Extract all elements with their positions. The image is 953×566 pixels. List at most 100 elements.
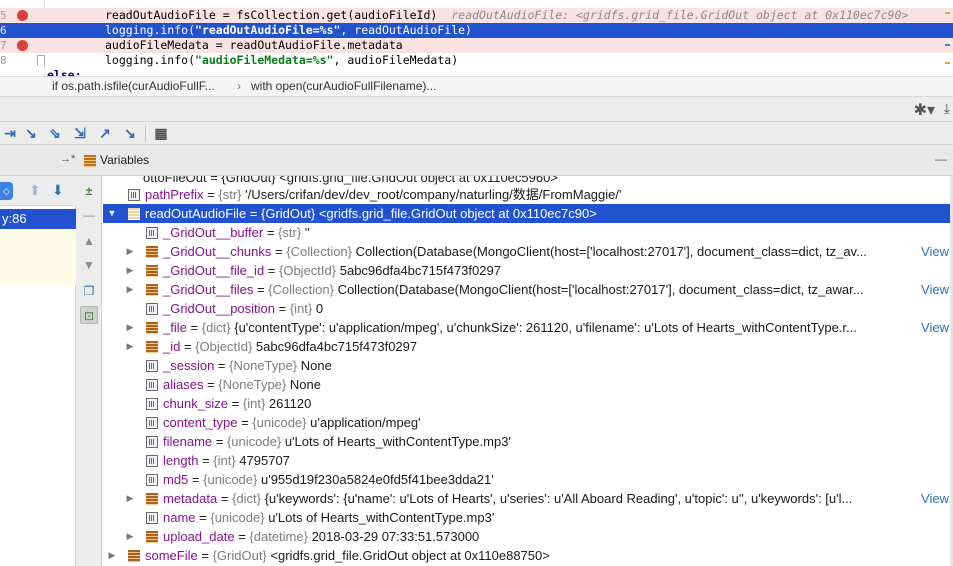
breakpoint-icon[interactable] — [17, 10, 28, 21]
view-link[interactable]: View — [918, 318, 949, 337]
selected-frame[interactable]: y:86 — [0, 209, 76, 229]
variable-row[interactable]: _GridOut__position = {int} 0 — [103, 299, 953, 318]
variable-entry: _GridOut__chunks = {Collection} Collecti… — [163, 242, 867, 261]
line-number: 6 — [0, 24, 7, 37]
view-link[interactable]: View — [918, 242, 949, 261]
run-to-cursor-icon[interactable]: ↘ — [120, 124, 140, 143]
expand-arrow-icon[interactable]: ▶ — [125, 337, 135, 356]
step-into-icon[interactable]: ⇘ — [45, 124, 65, 143]
variable-entry: _file = {dict} {u'contentType': u'applic… — [163, 318, 857, 337]
object-type-icon — [128, 208, 140, 220]
breakpoint-icon[interactable] — [17, 40, 28, 51]
variable-type: {unicode} — [210, 510, 265, 525]
equals-sign: = — [212, 434, 227, 449]
show-watches-icon[interactable]: ⊡ — [80, 306, 98, 324]
code-line[interactable]: 7 audioFileMedata = readOutAudioFile.met… — [0, 38, 953, 53]
variable-name: _file — [163, 320, 187, 335]
breadcrumb-item[interactable]: if os.path.isfile(curAudioFullF... — [52, 77, 215, 96]
show-execution-point-icon[interactable]: ⇥ — [0, 124, 20, 143]
expand-arrow-icon[interactable]: ▶ — [125, 242, 135, 261]
step-into-my-code-icon[interactable]: ⇲ — [70, 124, 90, 143]
thread-selector-icon[interactable]: ◇ — [0, 182, 13, 200]
variable-row[interactable]: ▶ _file = {dict} {u'contentType': u'appli… — [103, 318, 953, 337]
variable-type: {datetime} — [249, 529, 308, 544]
expand-arrow-icon[interactable]: ▶ — [125, 489, 135, 508]
variable-row[interactable]: ▶ someFile = {GridOut} <gridfs.grid_file.… — [103, 546, 953, 565]
variable-row[interactable]: ▼ readOutAudioFile = {GridOut} <gridfs.gr… — [103, 204, 953, 223]
hide-panel-icon[interactable]: ⤓ — [944, 100, 950, 117]
variable-row[interactable]: ▶ metadata = {dict} {u'keywords': {u'name… — [103, 489, 953, 508]
variable-type: {ObjectId} — [195, 339, 253, 354]
scrollbar-marker[interactable] — [945, 62, 950, 64]
variable-type: {str} — [278, 225, 302, 240]
variable-type: {int} — [242, 396, 266, 411]
copy-icon[interactable]: ❐ — [80, 282, 98, 300]
variable-entry: _id = {ObjectId} 5abc96dfa4bc715f473f029… — [163, 337, 417, 356]
code-line[interactable]: 8 logging.info("audioFileMedata=%s", aud… — [0, 53, 953, 68]
step-out-icon[interactable]: ↗ — [95, 124, 115, 143]
scrollbar-marker[interactable] — [945, 12, 950, 14]
variable-row[interactable]: pathPrefix = {str} '/Users/crifan/dev/de… — [103, 185, 953, 204]
move-down-icon[interactable]: ▼ — [80, 256, 98, 274]
variable-entry: filename = {unicode} u'Lots of Hearts_wi… — [163, 432, 511, 451]
variable-row[interactable]: _GridOut__buffer = {str} '' — [103, 223, 953, 242]
primitive-type-icon — [146, 360, 158, 372]
evaluate-expression-icon[interactable]: ▦ — [151, 124, 171, 143]
equals-sign: = — [234, 529, 250, 544]
equals-sign: = — [214, 358, 230, 373]
line-number: 5 — [0, 9, 7, 22]
current-execution-line[interactable]: 6 logging.info("readOutAudioFile=%s", re… — [0, 23, 953, 38]
code-editor[interactable]: 5 readOutAudioFile = fsCollection.get(au… — [0, 0, 953, 76]
variable-row[interactable]: aliases = {NoneType} None — [103, 375, 953, 394]
variable-row[interactable]: ▶ _GridOut__chunks = {Collection} Collect… — [103, 242, 953, 261]
variable-row[interactable]: ▶ upload_date = {datetime} 2018-03-29 07:… — [103, 527, 953, 546]
variable-row[interactable]: content_type = {unicode} u'application/m… — [103, 413, 953, 432]
scrollbar-marker[interactable] — [945, 44, 950, 46]
variable-type: {int} — [289, 301, 313, 316]
variable-row[interactable]: length = {int} 4795707 — [103, 451, 953, 470]
variable-value: <gridfs.grid_file.GridOut object at 0x11… — [270, 548, 550, 563]
gear-icon[interactable]: ✱▾ — [914, 100, 935, 120]
expand-arrow-icon[interactable]: ▶ — [125, 261, 135, 280]
expand-arrow-icon[interactable]: ▶ — [107, 546, 117, 565]
new-watch-icon[interactable]: ± — [80, 182, 98, 200]
equals-sign: = — [180, 339, 196, 354]
variable-type: {unicode} — [203, 472, 258, 487]
variable-row[interactable]: name = {unicode} u'Lots of Hearts_withCo… — [103, 508, 953, 527]
expand-arrow-icon[interactable]: ▶ — [125, 280, 135, 299]
variables-icon — [84, 155, 96, 167]
variable-entry: aliases = {NoneType} None — [163, 375, 321, 394]
arrow-down-icon[interactable]: ⬇ — [52, 182, 64, 199]
pin-icon[interactable]: →* — [60, 153, 75, 165]
view-link[interactable]: View — [918, 489, 949, 508]
variables-tree[interactable]: ottoFileOut = {GridOut} <gridfs.grid_fil… — [103, 176, 953, 566]
expand-arrow-icon[interactable]: ▶ — [125, 527, 135, 546]
breadcrumb-item[interactable]: with open(curAudioFullFilename)... — [251, 77, 436, 96]
minimize-icon[interactable]: — — [935, 152, 947, 166]
code-text: logging.info( — [105, 23, 196, 37]
view-link[interactable]: View — [918, 280, 949, 299]
collapse-arrow-icon[interactable]: ▼ — [107, 204, 117, 223]
variable-name: someFile — [145, 548, 198, 563]
fold-marker-icon[interactable] — [37, 55, 45, 66]
variable-row[interactable]: filename = {unicode} u'Lots of Hearts_wi… — [103, 432, 953, 451]
variable-name: length — [163, 453, 199, 468]
frame-list-area[interactable] — [0, 229, 76, 285]
object-type-icon — [128, 550, 140, 562]
variable-row[interactable]: ▶ _GridOut__files = {Collection} Collecti… — [103, 280, 953, 299]
variable-row[interactable]: _session = {NoneType} None — [103, 356, 953, 375]
expand-arrow-icon[interactable]: ▶ — [125, 318, 135, 337]
variable-row[interactable]: md5 = {unicode} u'955d19f230a5824e0fd5f4… — [103, 470, 953, 489]
variable-value: 2018-03-29 07:33:51.573000 — [311, 529, 480, 544]
move-up-icon[interactable]: ▲ — [80, 232, 98, 250]
variable-entry: content_type = {unicode} u'application/m… — [163, 413, 421, 432]
variable-name: md5 — [163, 472, 189, 487]
code-line[interactable]: 5 readOutAudioFile = fsCollection.get(au… — [0, 8, 953, 23]
step-over-icon[interactable]: ↘ — [21, 124, 41, 143]
variable-row[interactable]: ▶ _GridOut__file_id = {ObjectId} 5abc96df… — [103, 261, 953, 280]
variable-name: _session — [163, 358, 215, 373]
variable-row[interactable]: ▶ _id = {ObjectId} 5abc96dfa4bc715f473f02… — [103, 337, 953, 356]
variable-row[interactable]: chunk_size = {int} 261120 — [103, 394, 953, 413]
remove-watch-icon[interactable]: — — [80, 206, 98, 224]
arrow-up-icon[interactable]: ⬆ — [29, 182, 41, 199]
